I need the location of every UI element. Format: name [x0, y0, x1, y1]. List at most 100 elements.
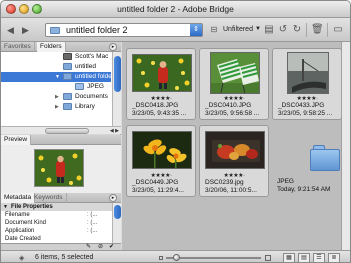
thumbnail-item[interactable]: ★★★★· _DSC0433.JPG 3/23/05, 9:58:25 ... — [272, 48, 342, 120]
scrollbar-thumb[interactable] — [45, 128, 89, 134]
metadata-tabbar: Metadata Keywords ▸ — [1, 193, 121, 203]
thumbnail-item[interactable]: ★★★★· _DSC0418.JPG 3/23/05, 9:43:35 ... — [126, 48, 196, 120]
filter-icon[interactable]: ⊟ — [208, 24, 220, 36]
toolbar-divider — [306, 23, 307, 37]
thumbnail-size-slider[interactable] — [166, 257, 261, 259]
toolbar-divider — [327, 23, 328, 37]
scroll-arrows-icon[interactable]: ◀ ▶ — [110, 127, 119, 135]
forward-arrow-icon[interactable]: ▶ — [22, 25, 29, 35]
rating-stars[interactable]: ★★★★· — [200, 172, 268, 179]
tab-favorites[interactable]: Favorites — [1, 42, 35, 52]
cancel-icon[interactable]: ⊘ — [98, 243, 103, 250]
back-arrow-icon[interactable]: ◀ — [7, 25, 14, 35]
folder-icon — [63, 103, 72, 110]
metadata-row: Date Created — [5, 236, 41, 242]
filmstrip-view-icon[interactable]: ▤ — [298, 253, 310, 262]
pencil-icon[interactable]: ✎ — [86, 243, 91, 250]
details-view-icon[interactable]: ☰ — [313, 253, 325, 262]
computer-icon — [63, 53, 72, 60]
metadata-footer: ✎ ⊘ ✔ — [1, 243, 121, 250]
tab-keywords[interactable]: Keywords — [31, 193, 67, 203]
thumbnail-date: 3/23/05, 9:56:58 ... — [205, 110, 260, 117]
folder-icon — [50, 27, 60, 34]
chevron-down-icon[interactable]: ▼ — [255, 26, 261, 32]
versions-view-icon[interactable]: ≣ — [328, 253, 340, 262]
view-options-icon[interactable]: ◈ — [19, 254, 24, 262]
content-scrollbar[interactable] — [341, 42, 350, 250]
checkmark-icon[interactable]: ✔ — [109, 243, 114, 250]
thumbnail-item[interactable]: ★★★★· _DSC0410.JPG 3/23/05, 9:56:58 ... — [199, 48, 269, 120]
preview-panel — [1, 145, 121, 193]
rating-stars[interactable]: ★★★★· — [273, 95, 341, 102]
metadata-panel: ▼ File Properties Filename : (... Docume… — [1, 203, 121, 243]
tab-metadata[interactable]: Metadata — [1, 193, 36, 203]
folder-icon — [63, 93, 72, 100]
thumbnail-date: 3/23/05, 9:58:25 ... — [278, 110, 333, 117]
thumbnail-date: Today, 9:21:54 AM — [277, 186, 331, 193]
tree-item-library[interactable]: ▶ Library — [1, 102, 111, 112]
folders-horizontal-scrollbar[interactable]: ◀ ▶ — [1, 126, 121, 134]
thumbnail-image[interactable] — [205, 131, 265, 169]
toolbar: ◀ ▶ untitled folder 2 ⇕ ⊟ Unfiltered ▼ ▤… — [1, 18, 350, 42]
tree-item-scotts-mac[interactable]: Scott's Mac — [1, 52, 111, 62]
filter-label[interactable]: Unfiltered — [223, 26, 253, 33]
panel-menu-icon[interactable]: ▸ — [109, 43, 117, 51]
status-bar: ◈ 6 items, 5 selected ▦ ▤ ☰ ≣ — [1, 250, 350, 262]
file-properties-header[interactable]: ▼ File Properties — [1, 203, 112, 211]
thumbnail-filename: _DSC0410.JPG — [205, 102, 252, 109]
thumbnail-item[interactable]: ★★★★· DSC0239.jpg 3/20/06, 11:00:5... — [199, 125, 269, 197]
metadata-scrollbar[interactable] — [112, 203, 121, 243]
folders-scrollbar[interactable] — [112, 52, 121, 126]
thumbnail-image[interactable] — [287, 52, 329, 94]
location-text: untitled folder 2 — [66, 25, 128, 35]
thumbnail-image[interactable] — [210, 52, 260, 94]
tree-item-untitled[interactable]: untitled — [1, 62, 111, 72]
compact-mode-icon[interactable]: ▭ — [332, 24, 344, 36]
thumbnail-item[interactable]: ★★★★· _DSC0449.JPG 3/23/05, 11:29:4... — [126, 125, 196, 197]
scrollbar-thumb[interactable] — [114, 205, 121, 219]
folder-icon — [75, 83, 84, 90]
tree-item-documents[interactable]: ▶ Documents — [1, 92, 111, 102]
tree-item-jpeg[interactable]: JPEG — [1, 82, 111, 92]
preview-tabbar: Preview — [1, 135, 121, 145]
thumbnails-view-icon[interactable]: ▦ — [283, 253, 295, 262]
slider-knob[interactable] — [173, 254, 180, 261]
disclosure-closed-icon[interactable]: ▶ — [55, 102, 59, 112]
bridge-window: untitled folder 2 - Adobe Bridge ◀ ▶ unt… — [0, 0, 351, 263]
rating-stars[interactable]: ★★★★· — [127, 95, 195, 102]
tree-item-untitled-folder-2[interactable]: ▼ untitled folder 2 — [1, 72, 119, 82]
folder-icon — [63, 73, 72, 80]
thumbnail-filename: _DSC0418.JPG — [132, 102, 179, 109]
disclosure-closed-icon[interactable]: ▶ — [55, 92, 59, 102]
rotate-right-icon[interactable]: ↻ — [291, 24, 303, 36]
location-dropdown[interactable]: untitled folder 2 ⇕ — [45, 23, 203, 37]
rotate-left-icon[interactable]: ↺ — [277, 24, 289, 36]
chevron-updown-icon[interactable]: ⇕ — [190, 24, 202, 36]
small-thumbnail-icon[interactable] — [159, 256, 163, 260]
trash-icon[interactable]: 🗑 — [311, 24, 324, 36]
rating-stars[interactable]: ★★★★· — [200, 95, 268, 102]
thumbnail-filename: _DSC0433.JPG — [278, 102, 325, 109]
thumbnail-filename: DSC0239.jpg — [205, 179, 244, 186]
tab-folders[interactable]: Folders — [37, 42, 66, 52]
folder-item[interactable]: JPEG Today, 9:21:54 AM — [272, 125, 342, 197]
rating-stars[interactable]: ★★★★· — [127, 172, 195, 179]
scrollbar-thumb[interactable] — [114, 56, 121, 92]
left-panel: Favorites Folders ▸ Scott's Mac untitled… — [1, 42, 121, 250]
large-thumbnail-icon[interactable] — [265, 255, 271, 261]
thumbnail-filename: JPEG — [277, 178, 294, 185]
tab-preview[interactable]: Preview — [1, 135, 32, 145]
disclosure-open-icon[interactable]: ▼ — [55, 72, 60, 82]
window-title: untitled folder 2 - Adobe Bridge — [117, 4, 234, 14]
thumbnail-image[interactable] — [132, 54, 192, 92]
metadata-row: Application : (... — [5, 228, 98, 234]
thumbnail-date: 3/23/05, 9:43:35 ... — [132, 110, 187, 117]
status-text: 6 items, 5 selected — [35, 254, 94, 261]
folder-icon[interactable] — [310, 145, 340, 171]
folders-tree: Scott's Mac untitled ▼ untitled folder 2… — [1, 52, 121, 126]
panel-menu-icon[interactable]: ▸ — [109, 194, 117, 202]
disclosure-open-icon[interactable]: ▼ — [3, 203, 8, 211]
thumbnail-image[interactable] — [132, 131, 192, 169]
preview-image — [34, 149, 84, 187]
new-folder-icon[interactable]: ▤ — [263, 24, 275, 36]
